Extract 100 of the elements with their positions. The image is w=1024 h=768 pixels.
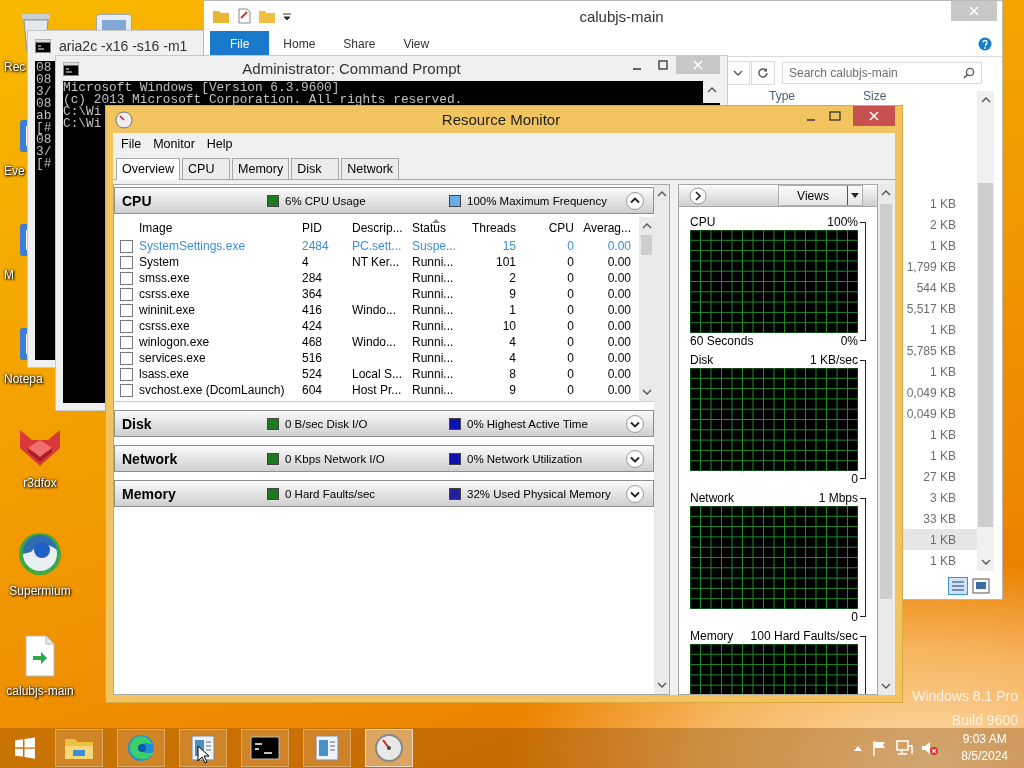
scroll-up-icon [706, 85, 717, 95]
checkbox[interactable] [120, 319, 133, 333]
checkbox[interactable] [120, 255, 133, 269]
flag-icon[interactable] [871, 740, 888, 756]
menu-item[interactable]: Help [200, 135, 239, 153]
table-cell-text: winlogon.exe [139, 335, 211, 349]
details-view-icon[interactable] [948, 577, 968, 595]
table-cell-text: 1 [508, 303, 516, 317]
expand-icon[interactable] [625, 413, 645, 434]
expand-icon[interactable] [625, 483, 645, 504]
large-icons-view-icon[interactable] [972, 578, 990, 594]
ribbon-tab[interactable]: Share [329, 31, 390, 56]
console-line: [# [36, 158, 52, 170]
table-cell-text: Runni... [412, 255, 455, 269]
table-cell-text: 9 [508, 287, 516, 301]
table-cell-text: 0.00 [606, 319, 631, 333]
table-cell-text: System [139, 255, 180, 269]
table-cell-text: 101 [494, 255, 516, 269]
console-line: 3/ [36, 86, 52, 98]
taskbar-button[interactable] [241, 729, 289, 767]
taskbar-button[interactable] [179, 729, 227, 767]
properties-icon[interactable] [236, 8, 252, 24]
checkbox[interactable] [120, 351, 133, 365]
expand-pane-icon[interactable] [689, 186, 707, 205]
scrollbar[interactable] [977, 91, 994, 571]
legend-label: 0 Hard Faults/sec [285, 487, 376, 500]
table-cell-text: 0 [566, 287, 574, 301]
column-header[interactable]: Image [139, 220, 302, 235]
ribbon-tab[interactable]: File [210, 31, 270, 56]
minimize-icon [806, 119, 816, 121]
menu-item[interactable]: File [115, 135, 148, 153]
ribbon-tab[interactable]: Home [269, 31, 330, 56]
table-cell-text: 0.00 [606, 303, 631, 317]
show-hidden-icons-icon[interactable] [853, 744, 864, 752]
section-header[interactable]: Network 0 Kbps Network I/O 0% Network Utilization [114, 445, 654, 472]
edge-icon [126, 733, 156, 763]
scrollbar[interactable] [654, 185, 669, 694]
checkbox[interactable] [120, 367, 133, 381]
section-header[interactable]: Disk 0 B/sec Disk I/O 0% Highest Active Time [114, 410, 654, 437]
icon-label: M [4, 268, 14, 282]
table-cell-text: 10 [501, 319, 516, 333]
graph-scale: 1 Mbps [818, 491, 858, 505]
column-header[interactable]: Averag... [574, 220, 631, 235]
table-cell-text: csrss.exe [139, 287, 191, 301]
console-line: 08 [36, 62, 52, 74]
search-field[interactable]: Search calubjs-main [782, 62, 982, 84]
menu-item[interactable]: Monitor [147, 135, 201, 153]
size-cell-text: 1,799 KB [905, 259, 956, 274]
section-title: CPU [122, 192, 153, 209]
tab[interactable]: Memory [232, 158, 290, 179]
speaker-muted-icon[interactable] [921, 740, 940, 756]
column-header[interactable]: Type [769, 89, 863, 103]
table-cell-text: 9 [508, 383, 516, 397]
column-header[interactable]: Descrip... [352, 220, 412, 235]
checkbox[interactable] [120, 239, 133, 253]
tab[interactable]: Disk [291, 158, 340, 179]
tab[interactable]: CPU [182, 158, 231, 179]
column-header[interactable]: Threads [462, 220, 516, 235]
window-title: Resource Monitor [440, 111, 562, 128]
scrollbar[interactable] [878, 184, 894, 695]
checkbox[interactable] [120, 303, 133, 317]
tab[interactable]: Overview [116, 158, 181, 180]
close-icon [969, 6, 979, 16]
expand-icon[interactable] [625, 448, 645, 469]
size-cell-text: 33 KB [922, 511, 956, 526]
table-cell-text: 424 [302, 319, 324, 333]
table-cell-text: 4 [508, 351, 516, 365]
tab[interactable]: Network [341, 158, 400, 179]
section-header[interactable]: CPU 6% CPU Usage 100% Maximum Frequency [114, 187, 654, 214]
legend-label: 0% Network Utilization [467, 452, 583, 465]
scrollbar[interactable] [639, 217, 654, 401]
column-header[interactable]: Size [863, 89, 963, 103]
size-cell-text: 5,517 KB [905, 301, 956, 316]
close-button[interactable] [853, 106, 895, 126]
console-line: (c) 2013 Microsoft Corporation. All rights reserved. [63, 94, 463, 106]
column-header[interactable]: Status [412, 220, 462, 235]
checkbox[interactable] [120, 287, 133, 301]
checkbox[interactable] [120, 271, 133, 285]
column-header[interactable]: CPU [516, 220, 574, 235]
ribbon-tab[interactable]: View [389, 31, 444, 56]
collapse-icon[interactable] [625, 190, 645, 211]
checkbox[interactable] [120, 383, 133, 397]
table-cell-text: 0.00 [606, 335, 631, 349]
column-header[interactable]: PID [302, 220, 352, 235]
refresh-button[interactable] [751, 61, 775, 85]
scroll-down-icon [641, 387, 652, 397]
section-header[interactable]: Memory 0 Hard Faults/sec 32% Used Physical Memory [114, 480, 654, 507]
table-cell-text: 0 [566, 319, 574, 333]
table-cell-text: PC.sett... [352, 239, 403, 253]
table-cell-text: 15 [501, 239, 516, 253]
console-line: ab [36, 110, 52, 122]
table-cell-text: 0.00 [606, 383, 631, 397]
minimize-icon [632, 68, 642, 70]
checkbox[interactable] [120, 335, 133, 349]
folder-icon [212, 8, 230, 24]
legend-label: 100% Maximum Frequency [467, 194, 607, 207]
sort-arrow-icon [432, 217, 440, 223]
help-icon[interactable] [978, 36, 992, 51]
views-button[interactable]: Views [778, 185, 863, 206]
table-cell-text: Runni... [412, 287, 455, 301]
